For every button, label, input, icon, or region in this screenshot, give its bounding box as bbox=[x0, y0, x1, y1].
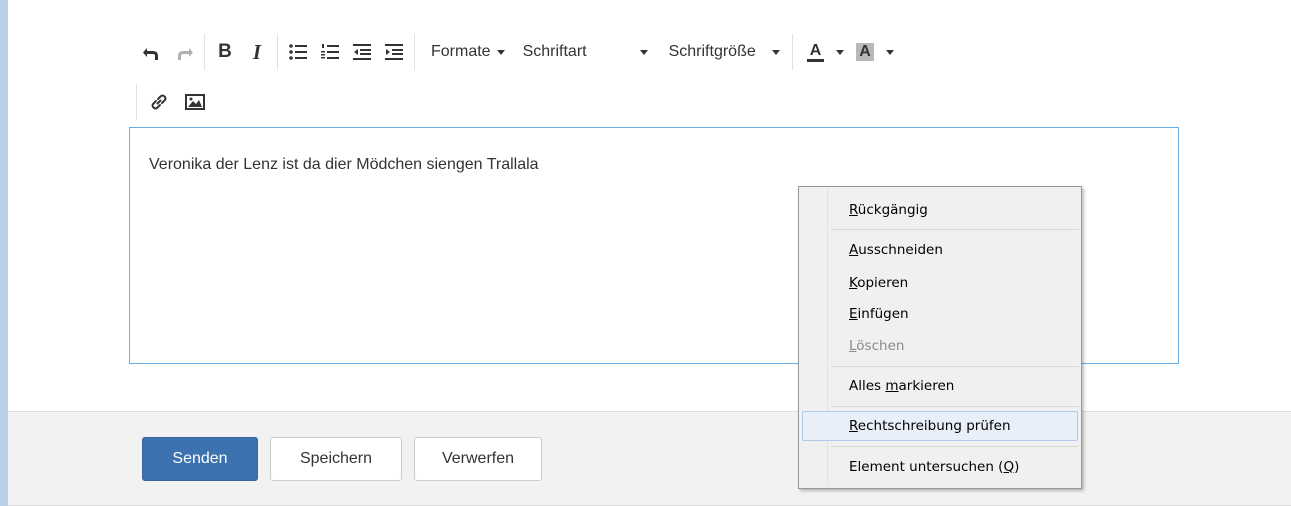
editor-content[interactable]: Veronika der Lenz ist da dier Mödchen si… bbox=[149, 156, 539, 174]
menu-item-select-all[interactable]: Alles markieren bbox=[849, 374, 954, 398]
menu-item-label: infügen bbox=[857, 306, 909, 322]
toolbar-separator bbox=[204, 34, 205, 70]
discard-button[interactable]: Verwerfen bbox=[414, 437, 542, 481]
undo-icon bbox=[143, 48, 158, 60]
context-menu-icon-column bbox=[827, 189, 828, 486]
toolbar-separator bbox=[136, 84, 137, 120]
menu-item-label: ückgängig bbox=[857, 202, 928, 218]
editor-toolbar-row-2 bbox=[136, 84, 211, 120]
left-accent-bar bbox=[0, 0, 8, 506]
save-button[interactable]: Speichern bbox=[270, 437, 402, 481]
accel-key: K bbox=[849, 275, 858, 291]
font-size-label: Schriftgröße bbox=[668, 43, 756, 60]
menu-item-label: opieren bbox=[857, 275, 909, 291]
numbered-list-button[interactable] bbox=[314, 36, 346, 68]
font-family-label: Schriftart bbox=[522, 43, 587, 60]
undo-button[interactable] bbox=[136, 36, 168, 68]
chevron-down-icon bbox=[639, 49, 648, 55]
accel-key: R bbox=[849, 418, 858, 434]
toolbar-separator bbox=[277, 34, 278, 70]
accel-key: m bbox=[885, 378, 899, 394]
menu-item-spellcheck[interactable]: Rechtschreibung prüfen bbox=[849, 414, 1011, 438]
menu-item-label-prefix: Element untersuchen ( bbox=[849, 459, 1004, 475]
bullet-list-button[interactable] bbox=[282, 36, 314, 68]
accel-key: Q bbox=[1003, 459, 1015, 475]
menu-item-copy[interactable]: Kopieren bbox=[849, 271, 908, 295]
menu-item-label: usschneiden bbox=[858, 242, 943, 258]
font-family-select[interactable]: Schriftart bbox=[523, 36, 648, 68]
menu-separator bbox=[831, 229, 1079, 230]
redo-button[interactable] bbox=[168, 36, 200, 68]
context-menu: Rückgängig Ausschneiden Kopieren Einfüge… bbox=[798, 186, 1082, 489]
menu-separator bbox=[831, 446, 1079, 447]
menu-separator bbox=[831, 406, 1079, 407]
link-icon bbox=[151, 94, 167, 110]
indent-icon bbox=[385, 44, 403, 60]
send-button[interactable]: Senden bbox=[142, 437, 258, 481]
menu-item-paste[interactable]: Einfügen bbox=[849, 302, 909, 326]
accel-key: R bbox=[849, 202, 858, 218]
background-color-button[interactable]: A bbox=[856, 36, 894, 68]
italic-icon: I bbox=[252, 39, 262, 64]
chevron-down-icon bbox=[496, 49, 505, 55]
italic-button[interactable]: I bbox=[241, 36, 273, 68]
editor-toolbar: B I Formate Schriftart Schriftgröße A A bbox=[136, 34, 894, 70]
menu-item-label-prefix: Alles bbox=[849, 378, 886, 394]
text-color-button[interactable]: A bbox=[806, 36, 845, 68]
text-color-icon: A bbox=[806, 42, 825, 62]
font-size-select[interactable]: Schriftgröße bbox=[669, 36, 780, 68]
toolbar-separator bbox=[791, 34, 793, 70]
background-color-icon: A bbox=[856, 43, 874, 61]
menu-item-delete: Löschen bbox=[849, 334, 904, 358]
image-icon bbox=[185, 94, 205, 110]
menu-item-inspect-element[interactable]: Element untersuchen (Q) bbox=[849, 455, 1019, 479]
numbered-list-icon bbox=[321, 44, 339, 59]
redo-icon bbox=[178, 48, 193, 60]
menu-item-cut[interactable]: Ausschneiden bbox=[849, 238, 943, 262]
bold-button[interactable]: B bbox=[209, 36, 241, 68]
bullet-list-icon bbox=[289, 44, 307, 60]
menu-separator bbox=[831, 366, 1079, 367]
menu-item-undo[interactable]: Rückgängig bbox=[849, 198, 928, 222]
menu-item-label: ) bbox=[1014, 459, 1020, 475]
chevron-down-icon bbox=[771, 49, 780, 55]
accel-key: E bbox=[849, 306, 858, 322]
insert-link-button[interactable] bbox=[143, 86, 175, 118]
indent-button[interactable] bbox=[378, 36, 410, 68]
chevron-down-icon bbox=[885, 49, 894, 55]
menu-item-label: echtschreibung prüfen bbox=[857, 418, 1011, 434]
formats-menu[interactable]: Formate bbox=[431, 36, 505, 68]
toolbar-separator bbox=[414, 34, 415, 70]
accel-key: A bbox=[849, 242, 859, 258]
chevron-down-icon bbox=[836, 49, 845, 55]
menu-item-label: arkieren bbox=[898, 378, 955, 394]
outdent-icon bbox=[353, 44, 371, 60]
insert-image-button[interactable] bbox=[179, 86, 211, 118]
formats-label: Formate bbox=[431, 43, 491, 60]
outdent-button[interactable] bbox=[346, 36, 378, 68]
bold-icon: B bbox=[218, 41, 232, 62]
menu-item-label: öschen bbox=[856, 338, 905, 354]
